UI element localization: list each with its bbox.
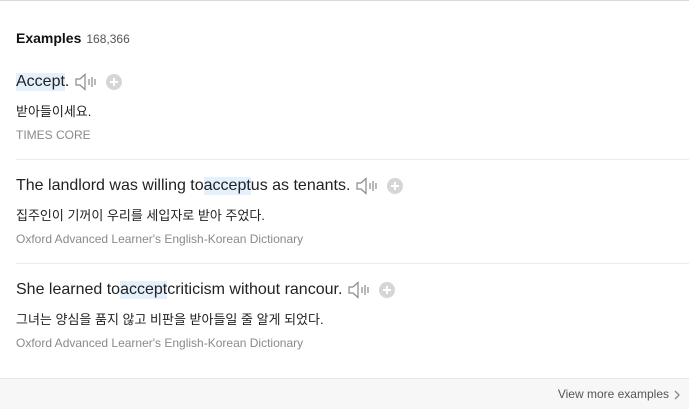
example-translation: 집주인이 기꺼이 우리를 세입자로 받아 주었다. [16,208,265,223]
top-divider [0,0,689,1]
example-source: Oxford Advanced Learner's English-Korean… [16,336,304,350]
highlighted-word: accept [203,177,251,195]
speaker-icon[interactable] [348,281,372,299]
example-translation: 받아들이세요. [16,104,92,119]
example-translation: 그녀는 양심을 품지 않고 비판을 받아들일 줄 알게 되었다. [16,312,324,327]
view-more-label: View more examples [557,387,669,401]
example-source: Oxford Advanced Learner's English-Korean… [16,232,304,246]
examples-footer: View more examples [0,378,689,409]
add-to-wordbook-button[interactable] [379,282,396,298]
example-sentence: She learned to accept criticism without … [16,281,396,299]
speaker-icon[interactable] [75,73,99,91]
example-sentence: The landlord was willing to accept us as… [16,177,404,195]
speaker-icon[interactable] [356,177,380,195]
highlighted-word: accept [120,281,168,299]
example-source: TIMES CORE [16,128,91,142]
examples-count: 168,366 [86,32,130,46]
examples-header: Examples 168,366 [16,30,130,46]
add-to-wordbook-button[interactable] [106,74,123,90]
example-divider [16,263,689,264]
example-divider [16,159,689,160]
example-sentence: Accept. [16,73,123,91]
add-to-wordbook-button[interactable] [387,178,404,194]
view-more-examples-link[interactable]: View more examples [558,387,681,401]
highlighted-word: Accept [16,73,65,91]
examples-title: Examples [16,30,82,46]
chevron-right-icon [673,389,681,400]
examples-panel: Examples 168,366 Accept. 받아들이세요. TIMES C… [0,0,689,409]
